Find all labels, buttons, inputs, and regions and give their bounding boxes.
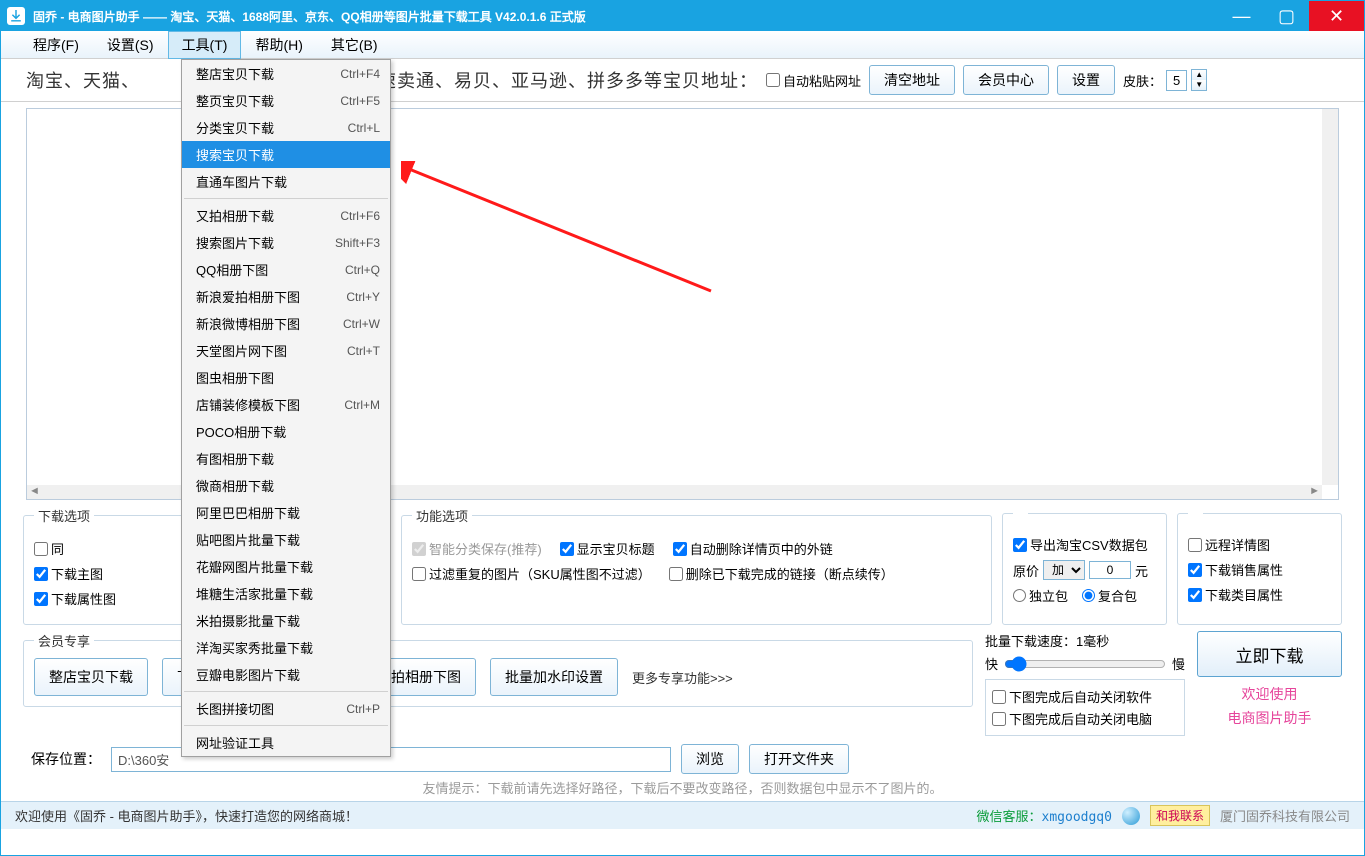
menu-item[interactable]: 有图相册下载 [182, 445, 390, 472]
menu-item[interactable]: 花瓣网图片批量下载 [182, 553, 390, 580]
menu-item[interactable]: 堆糖生活家批量下载 [182, 580, 390, 607]
btn-watermark[interactable]: 批量加水印设置 [490, 658, 618, 696]
menu-other[interactable]: 其它(B) [317, 31, 392, 59]
app-window: 固乔 - 电商图片助手 —— 淘宝、天猫、1688阿里、京东、QQ相册等图片批量… [0, 0, 1365, 856]
menu-item[interactable]: 洋淘买家秀批量下载 [182, 634, 390, 661]
menubar: 程序(F) 设置(S) 工具(T) 帮助(H) 其它(B) [1, 31, 1364, 59]
cb-auto-del-ext[interactable]: 自动删除详情页中的外链 [673, 539, 833, 558]
titlebar[interactable]: 固乔 - 电商图片助手 —— 淘宝、天猫、1688阿里、京东、QQ相册等图片批量… [1, 1, 1364, 31]
statusbar: 欢迎使用《固乔 - 电商图片助手》，快速打造您的网络商城！ 微信客服：xmgoo… [1, 801, 1364, 829]
menu-program[interactable]: 程序(F) [19, 31, 93, 59]
radio-indep[interactable]: 独立包 [1013, 586, 1068, 605]
more-features-link[interactable]: 更多专享功能>>> [632, 668, 733, 687]
menu-item[interactable]: 新浪爱拍相册下图Ctrl+Y [182, 283, 390, 310]
open-folder-button[interactable]: 打开文件夹 [749, 744, 849, 774]
speed-box: 批量下载速度：1毫秒 快 慢 下图完成后自动关闭软件 下图完成后自动关闭电脑 [985, 631, 1185, 736]
scrollbar-vertical[interactable] [1322, 109, 1338, 485]
speed-label: 批量下载速度：1毫秒 [985, 631, 1185, 650]
welcome-line2: 电商图片助手 [1228, 707, 1312, 731]
menu-item[interactable]: 图虫相册下图 [182, 364, 390, 391]
menu-item[interactable]: 又拍相册下载Ctrl+F6 [182, 202, 390, 229]
menu-item[interactable]: 分类宝贝下载Ctrl+L [182, 114, 390, 141]
menu-item[interactable]: 搜索宝贝下载 [182, 141, 390, 168]
welcome-line1: 欢迎使用 [1228, 683, 1312, 707]
menu-help[interactable]: 帮助(H) [241, 31, 316, 59]
hint-text: 友情提示：下载前请先选择好路径，下载后不要改变路径，否则数据包中显示不了图片的。 [1, 778, 1364, 797]
skin-spinner[interactable]: ▲▼ [1191, 69, 1207, 91]
globe-icon [1122, 807, 1140, 825]
auto-paste-checkbox[interactable]: 自动粘贴网址 [766, 71, 861, 90]
cb-cat-attr[interactable]: 下载类目属性 [1188, 585, 1283, 604]
cb-sale-attr[interactable]: 下载销售属性 [1188, 560, 1283, 579]
menu-item[interactable]: 天堂图片网下图Ctrl+T [182, 337, 390, 364]
extra-options-group: x 远程详情图 下载销售属性 下载类目属性 [1177, 506, 1342, 625]
menu-item[interactable]: 豆瓣电影图片下载 [182, 661, 390, 688]
menu-item[interactable]: 整店宝贝下载Ctrl+F4 [182, 60, 390, 87]
member-area: 会员专享 整店宝贝下载 下载 长图拼接切图 又拍相册下图 批量加水印设置 更多专… [23, 631, 973, 707]
minimize-button[interactable]: — [1219, 1, 1264, 31]
menu-item[interactable]: POCO相册下载 [182, 418, 390, 445]
speed-slider[interactable] [1004, 656, 1166, 672]
cb-csv[interactable]: 导出淘宝CSV数据包 [1013, 535, 1148, 554]
cb-main-image[interactable]: 下载主图 [34, 564, 103, 583]
export-options-group: x 导出淘宝CSV数据包 原价 加 元 独立包 复合包 [1002, 506, 1167, 625]
contact-me-link[interactable]: 和我联系 [1150, 805, 1210, 826]
menu-item[interactable]: 店铺装修模板下图Ctrl+M [182, 391, 390, 418]
menu-item[interactable]: 搜索图片下载Shift+F3 [182, 229, 390, 256]
menu-settings[interactable]: 设置(S) [93, 31, 168, 59]
cb-remote[interactable]: 远程详情图 [1188, 535, 1270, 554]
menu-item[interactable]: 新浪微博相册下图Ctrl+W [182, 310, 390, 337]
cb-close-soft[interactable]: 下图完成后自动关闭软件 [992, 687, 1178, 706]
menu-item[interactable]: 米拍摄影批量下载 [182, 607, 390, 634]
cb-smart-save: 智能分类保存(推荐) [412, 539, 542, 558]
menu-item[interactable]: 微商相册下载 [182, 472, 390, 499]
menu-item[interactable]: 直通车图片下载 [182, 168, 390, 195]
menu-item[interactable]: 贴吧图片批量下载 [182, 526, 390, 553]
menu-item[interactable]: 网址验证工具 [182, 729, 390, 756]
btn-whole-shop[interactable]: 整店宝贝下载 [34, 658, 148, 696]
cb-show-title[interactable]: 显示宝贝标题 [560, 539, 655, 558]
cb-filter-dup[interactable]: 过滤重复的图片（SKU属性图不过滤） [412, 564, 651, 583]
member-center-button[interactable]: 会员中心 [963, 65, 1049, 95]
function-options-group: 功能选项 智能分类保存(推荐) 显示宝贝标题 自动删除详情页中的外链 过滤重复的… [401, 506, 992, 625]
skin-value[interactable]: 5 [1166, 70, 1187, 91]
browse-button[interactable]: 浏览 [681, 744, 739, 774]
cb-partial[interactable]: 同 [34, 539, 64, 558]
cb-close-pc[interactable]: 下图完成后自动关闭电脑 [992, 709, 1178, 728]
cb-attr-image[interactable]: 下载属性图 [34, 589, 116, 608]
window-title: 固乔 - 电商图片助手 —— 淘宝、天猫、1688阿里、京东、QQ相册等图片批量… [33, 8, 1219, 25]
menu-tools[interactable]: 工具(T) [168, 31, 242, 59]
clear-address-button[interactable]: 清空地址 [869, 65, 955, 95]
settings-button[interactable]: 设置 [1057, 65, 1115, 95]
address-description: 淘宝、天猫、 速卖通、易贝、亚马逊、拼多多等宝贝地址： [26, 67, 758, 93]
maximize-button[interactable]: ▢ [1264, 1, 1309, 31]
tools-dropdown: 整店宝贝下载Ctrl+F4整页宝贝下载Ctrl+F5分类宝贝下载Ctrl+L搜索… [181, 59, 391, 757]
app-icon [7, 7, 25, 25]
price-op-select[interactable]: 加 [1043, 560, 1085, 580]
close-button[interactable]: ✕ [1309, 1, 1364, 31]
menu-item[interactable]: QQ相册下图Ctrl+Q [182, 256, 390, 283]
menu-item[interactable]: 长图拼接切图Ctrl+P [182, 695, 390, 722]
download-now-button[interactable]: 立即下载 [1197, 631, 1342, 677]
company-name: 厦门固乔科技有限公司 [1220, 806, 1350, 825]
price-value-input[interactable] [1089, 561, 1131, 579]
menu-item[interactable]: 阿里巴巴相册下载 [182, 499, 390, 526]
cb-del-done[interactable]: 删除已下载完成的链接（断点续传） [669, 564, 894, 583]
radio-comp[interactable]: 复合包 [1082, 586, 1137, 605]
status-left: 欢迎使用《固乔 - 电商图片助手》，快速打造您的网络商城！ [15, 806, 967, 825]
skin-control: 皮肤： 5 ▲▼ [1123, 69, 1207, 91]
menu-item[interactable]: 整页宝贝下载Ctrl+F5 [182, 87, 390, 114]
